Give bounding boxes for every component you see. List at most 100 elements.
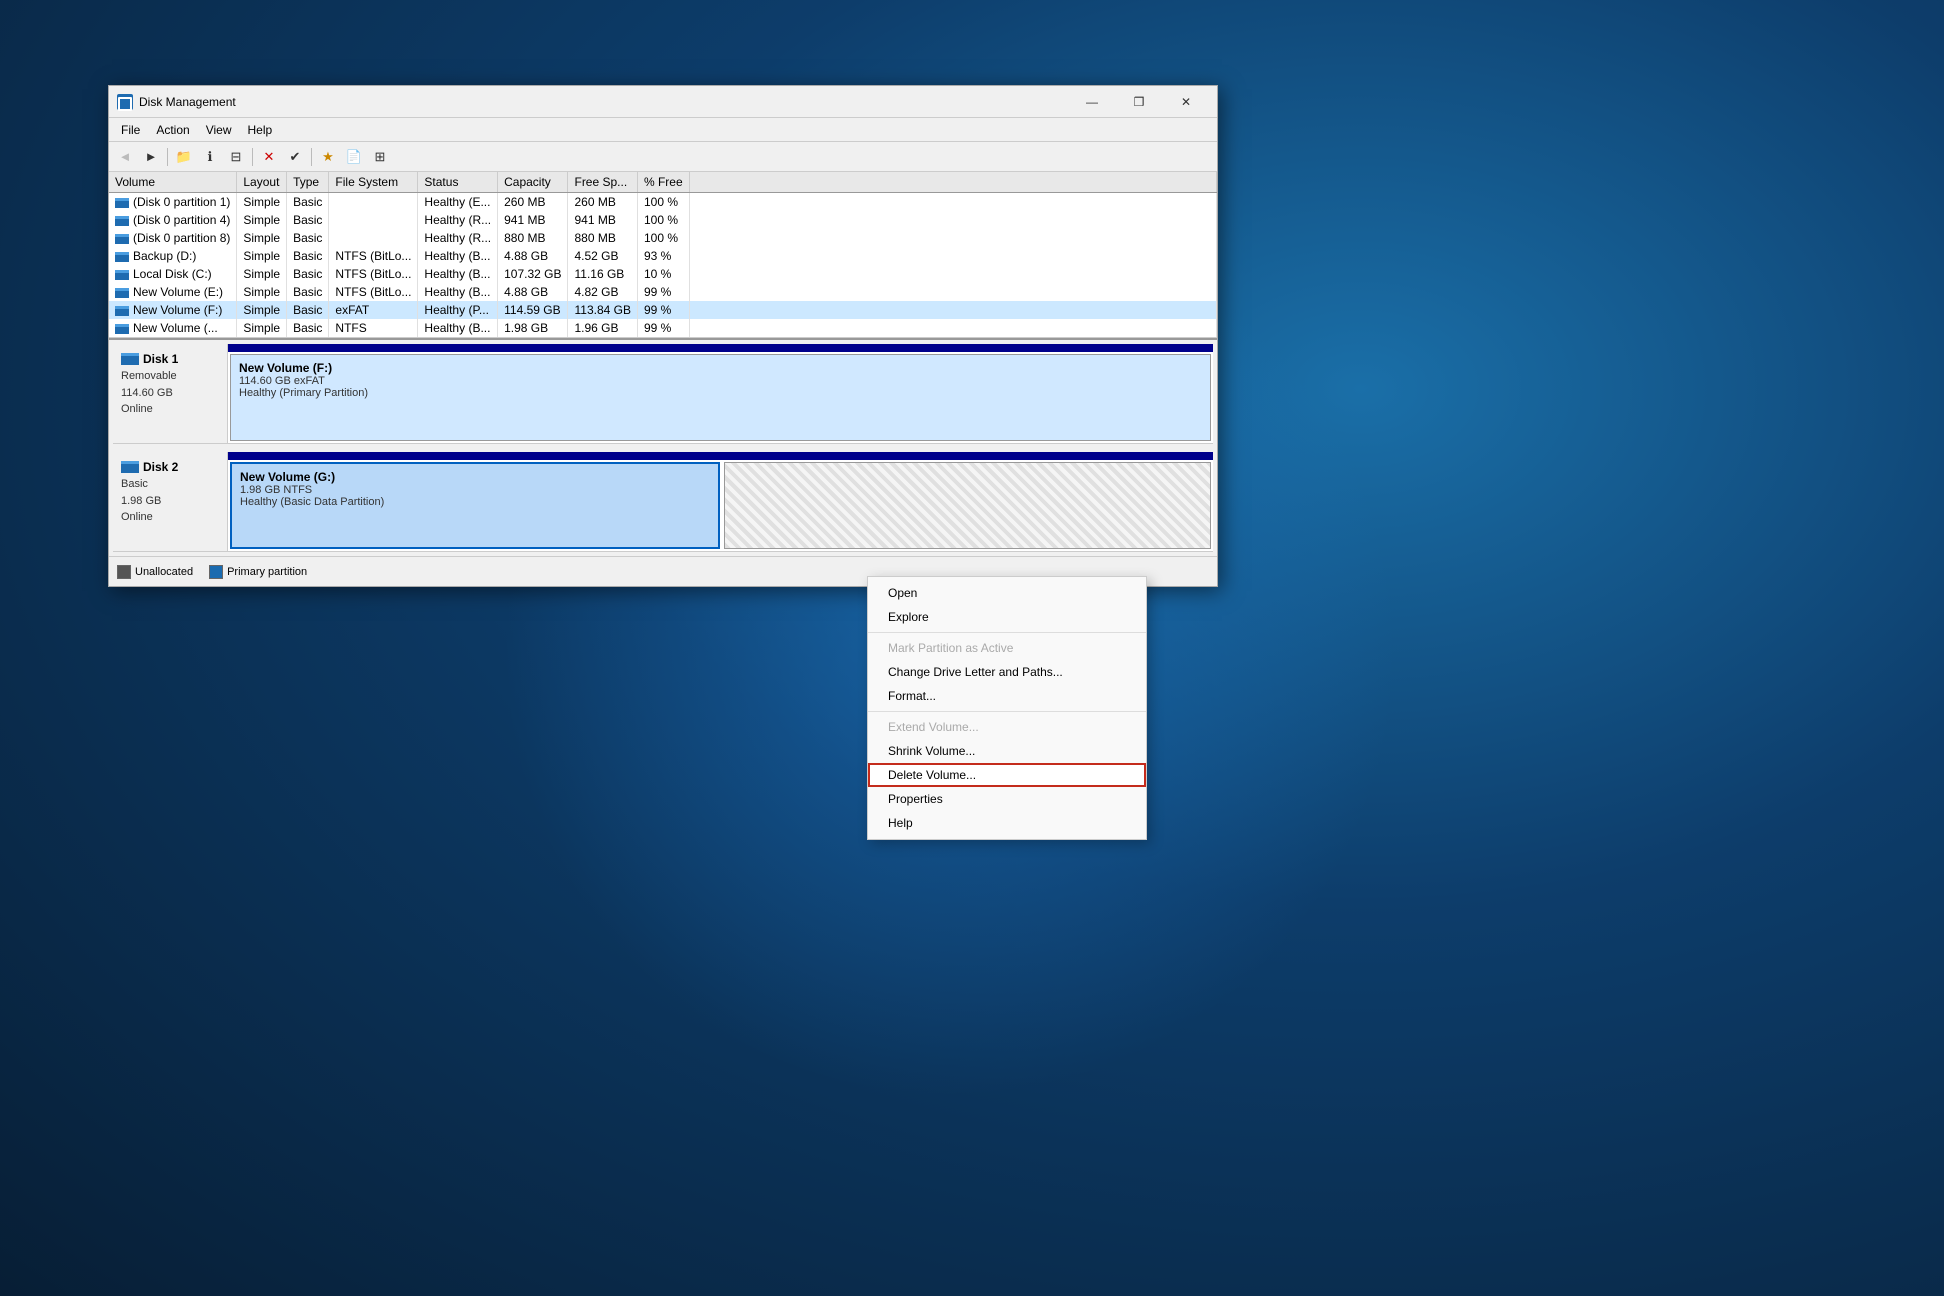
disk1-name-text: Disk 1	[143, 352, 178, 366]
table-row[interactable]: New Volume (F:) Simple Basic exFAT Healt…	[109, 301, 1217, 319]
cell-capacity: 1.98 GB	[498, 319, 568, 337]
cell-volume: New Volume (F:)	[109, 301, 237, 319]
toolbar-sep-1	[167, 148, 168, 166]
cell-fs: exFAT	[329, 301, 418, 319]
minimize-button[interactable]: —	[1069, 86, 1115, 118]
toolbar-sep-3	[311, 148, 312, 166]
cell-volume: (Disk 0 partition 8)	[109, 229, 237, 247]
cell-free: 4.52 GB	[568, 247, 637, 265]
volume-table: Volume Layout Type File System Status Ca…	[109, 172, 1217, 337]
cell-type: Basic	[287, 229, 329, 247]
menubar: File Action View Help	[109, 118, 1217, 142]
cell-extra	[689, 229, 1216, 247]
toolbar-check[interactable]: ✔	[283, 146, 307, 168]
main-content: Volume Layout Type File System Status Ca…	[109, 172, 1217, 586]
cell-type: Basic	[287, 193, 329, 212]
toolbar-delete[interactable]: ✕	[257, 146, 281, 168]
toolbar-back[interactable]: ◄	[113, 146, 137, 168]
disk1-content: New Volume (F:) 114.60 GB exFAT Healthy …	[228, 344, 1213, 443]
col-free[interactable]: Free Sp...	[568, 172, 637, 193]
disk2-status: Online	[121, 511, 153, 523]
ctx-item-shrink-volume[interactable]: Shrink Volume...	[868, 739, 1146, 763]
toolbar-minus[interactable]: ⊟	[224, 146, 248, 168]
disk1-partition[interactable]: New Volume (F:) 114.60 GB exFAT Healthy …	[230, 354, 1211, 441]
cell-layout: Simple	[237, 301, 287, 319]
cell-status: Healthy (R...	[418, 229, 498, 247]
table-row[interactable]: (Disk 0 partition 4) Simple Basic Health…	[109, 211, 1217, 229]
cell-pct: 99 %	[637, 301, 689, 319]
ctx-separator	[868, 632, 1146, 633]
ctx-item-extend-volume: Extend Volume...	[868, 715, 1146, 739]
cell-extra	[689, 211, 1216, 229]
ctx-item-properties[interactable]: Properties	[868, 787, 1146, 811]
cell-status: Healthy (P...	[418, 301, 498, 319]
cell-free: 11.16 GB	[568, 265, 637, 283]
cell-fs: NTFS (BitLo...	[329, 247, 418, 265]
disk-graphical-area: Disk 1 Removable 114.60 GB Online New Vo…	[109, 338, 1217, 556]
ctx-item-change-drive-letter-and-paths[interactable]: Change Drive Letter and Paths...	[868, 660, 1146, 684]
col-layout[interactable]: Layout	[237, 172, 287, 193]
cell-free: 1.96 GB	[568, 319, 637, 337]
col-status[interactable]: Status	[418, 172, 498, 193]
cell-extra	[689, 319, 1216, 337]
menu-help[interactable]: Help	[240, 121, 281, 139]
table-row[interactable]: New Volume (... Simple Basic NTFS Health…	[109, 319, 1217, 337]
toolbar-up[interactable]: 📁	[172, 146, 196, 168]
table-row[interactable]: Local Disk (C:) Simple Basic NTFS (BitLo…	[109, 265, 1217, 283]
col-volume[interactable]: Volume	[109, 172, 237, 193]
table-row[interactable]: New Volume (E:) Simple Basic NTFS (BitLo…	[109, 283, 1217, 301]
toolbar-star[interactable]: ★	[316, 146, 340, 168]
col-type[interactable]: Type	[287, 172, 329, 193]
window-title: Disk Management	[139, 95, 1069, 109]
disk2-size: 1.98 GB	[121, 495, 161, 507]
cell-free: 260 MB	[568, 193, 637, 212]
disk2-unallocated[interactable]	[724, 462, 1212, 549]
cell-volume: Local Disk (C:)	[109, 265, 237, 283]
cell-capacity: 941 MB	[498, 211, 568, 229]
menu-file[interactable]: File	[113, 121, 148, 139]
toolbar-info[interactable]: ℹ	[198, 146, 222, 168]
table-row[interactable]: (Disk 0 partition 1) Simple Basic Health…	[109, 193, 1217, 212]
legend-primary: Primary partition	[209, 565, 307, 579]
toolbar-grid[interactable]: ⊞	[368, 146, 392, 168]
ctx-separator	[868, 711, 1146, 712]
ctx-item-explore[interactable]: Explore	[868, 605, 1146, 629]
titlebar: Disk Management — ❒ ✕	[109, 86, 1217, 118]
cell-status: Healthy (B...	[418, 319, 498, 337]
toolbar-forward[interactable]: ►	[139, 146, 163, 168]
disk2-partition-size: 1.98 GB NTFS	[240, 484, 710, 496]
col-filesystem[interactable]: File System	[329, 172, 418, 193]
cell-extra	[689, 193, 1216, 212]
disk2-partition-name: New Volume (G:)	[240, 470, 710, 484]
disk2-header-bar	[228, 452, 1213, 460]
maximize-button[interactable]: ❒	[1116, 86, 1162, 118]
disk2-partition[interactable]: New Volume (G:) 1.98 GB NTFS Healthy (Ba…	[230, 462, 720, 549]
ctx-item-open[interactable]: Open	[868, 581, 1146, 605]
cell-volume: (Disk 0 partition 4)	[109, 211, 237, 229]
disk2-row: Disk 2 Basic 1.98 GB Online New Volume (…	[113, 452, 1213, 552]
menu-action[interactable]: Action	[148, 121, 197, 139]
ctx-item-help[interactable]: Help	[868, 811, 1146, 835]
volume-table-container: Volume Layout Type File System Status Ca…	[109, 172, 1217, 338]
cell-free: 941 MB	[568, 211, 637, 229]
menu-view[interactable]: View	[198, 121, 240, 139]
ctx-delete-volume[interactable]: Delete Volume...	[868, 763, 1146, 787]
cell-status: Healthy (B...	[418, 283, 498, 301]
col-capacity[interactable]: Capacity	[498, 172, 568, 193]
table-row[interactable]: Backup (D:) Simple Basic NTFS (BitLo... …	[109, 247, 1217, 265]
ctx-item-format[interactable]: Format...	[868, 684, 1146, 708]
disk1-header-bar	[228, 344, 1213, 352]
toolbar-doc[interactable]: 📄	[342, 146, 366, 168]
disk1-name: Disk 1	[121, 352, 219, 366]
col-pct[interactable]: % Free	[637, 172, 689, 193]
disk2-name-text: Disk 2	[143, 460, 178, 474]
cell-pct: 99 %	[637, 319, 689, 337]
disk2-partition-status: Healthy (Basic Data Partition)	[240, 496, 710, 508]
cell-status: Healthy (B...	[418, 265, 498, 283]
disk1-partition-size: 114.60 GB exFAT	[239, 375, 1202, 387]
cell-type: Basic	[287, 301, 329, 319]
table-row[interactable]: (Disk 0 partition 8) Simple Basic Health…	[109, 229, 1217, 247]
cell-type: Basic	[287, 265, 329, 283]
close-button[interactable]: ✕	[1163, 86, 1209, 118]
cell-type: Basic	[287, 283, 329, 301]
